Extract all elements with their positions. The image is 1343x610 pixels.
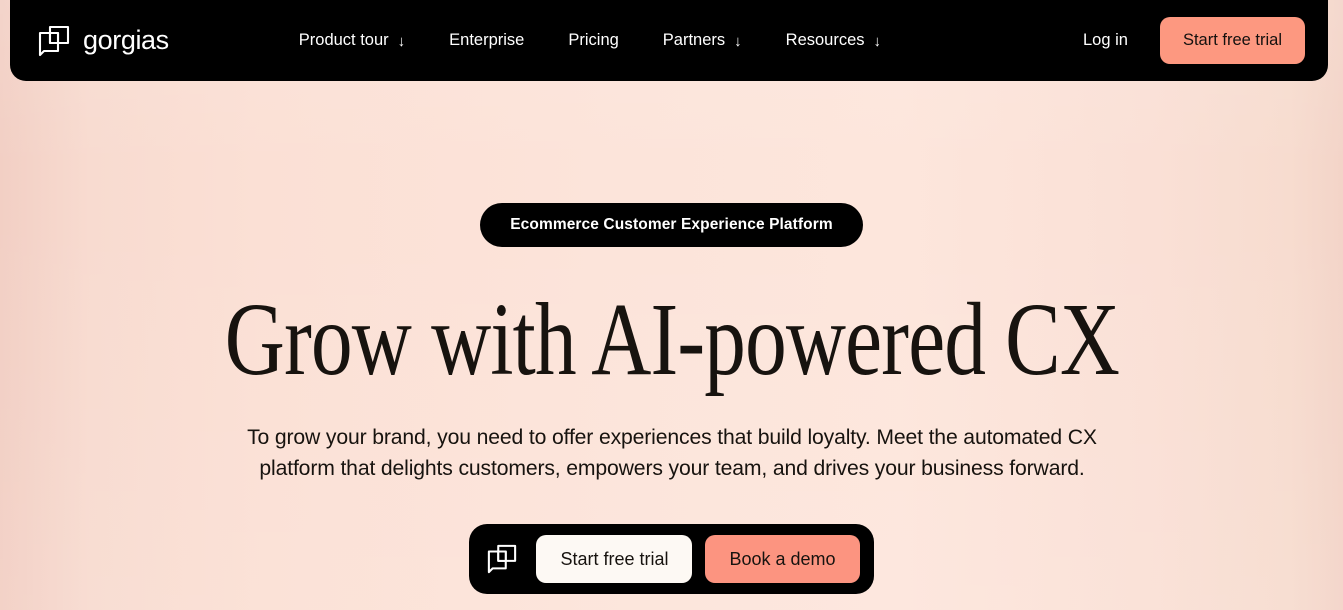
nav-item-product-tour-label: Product tour bbox=[298, 31, 389, 50]
arrow-down-icon: ↓ bbox=[734, 33, 742, 50]
brand-logo-link[interactable]: gorgias bbox=[38, 25, 169, 57]
nav-item-partners[interactable]: Partners ↓ bbox=[641, 22, 764, 59]
hero-badge: Ecommerce Customer Experience Platform bbox=[480, 203, 863, 247]
nav-item-partners-label: Partners bbox=[662, 31, 726, 50]
login-link[interactable]: Log in bbox=[1063, 22, 1148, 59]
hero-headline: Grow with AI-powered CX bbox=[224, 281, 1119, 397]
main-navigation-bar: gorgias Product tour ↓ Enterprise Pricin… bbox=[10, 0, 1328, 81]
brand-name: gorgias bbox=[83, 25, 169, 55]
gorgias-logo-icon bbox=[38, 25, 70, 56]
hero-cta-group: Start free trial Book a demo bbox=[469, 523, 874, 594]
nav-item-enterprise-label: Enterprise bbox=[449, 31, 525, 50]
arrow-down-icon: ↓ bbox=[397, 33, 406, 50]
hero-section: Ecommerce Customer Experience Platform G… bbox=[0, 81, 1343, 610]
nav-item-pricing-label: Pricing bbox=[568, 31, 619, 50]
hero-book-a-demo-button[interactable]: Book a demo bbox=[705, 534, 860, 583]
nav-actions: Log in Start free trial bbox=[1063, 17, 1305, 64]
nav-item-pricing[interactable]: Pricing bbox=[546, 22, 640, 59]
nav-item-enterprise[interactable]: Enterprise bbox=[427, 22, 546, 59]
hero-subheading: To grow your brand, you need to offer ex… bbox=[246, 424, 1097, 480]
nav-links: Product tour ↓ Enterprise Pricing Partne… bbox=[277, 22, 903, 59]
hero-start-free-trial-button[interactable]: Start free trial bbox=[536, 534, 693, 583]
nav-item-resources-label: Resources bbox=[785, 31, 865, 50]
gorgias-logo-icon bbox=[488, 544, 517, 573]
nav-item-product-tour[interactable]: Product tour ↓ bbox=[277, 22, 427, 59]
arrow-down-icon: ↓ bbox=[873, 33, 882, 50]
nav-start-free-trial-button[interactable]: Start free trial bbox=[1159, 17, 1305, 64]
nav-item-resources[interactable]: Resources ↓ bbox=[764, 22, 903, 59]
